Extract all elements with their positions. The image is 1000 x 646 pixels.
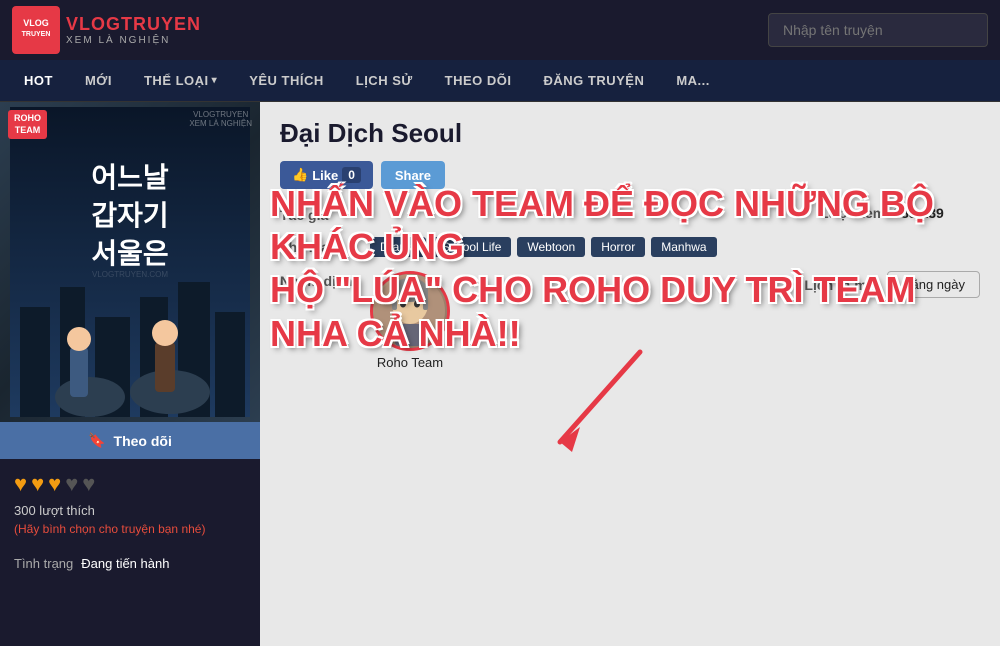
left-panel: ROHOTEAM VLOGTRUYENXEM LÀ NGHIỆN (0, 102, 260, 646)
svg-text:갑자기: 갑자기 (91, 200, 168, 231)
vote-prompt: (Hãy bình chọn cho truyện bạn nhé) (14, 522, 246, 536)
status-section: Tình trạng Đang tiến hành (0, 548, 260, 583)
nav-hot[interactable]: HOT (8, 60, 69, 101)
svg-text:VLOG: VLOG (23, 18, 49, 28)
genre-drama[interactable]: Drama (370, 237, 426, 257)
author-label: Tác giả (280, 205, 370, 223)
avatar-image (373, 274, 447, 348)
genre-tags: Drama School Life Webtoon Horror Manhwa (370, 237, 717, 257)
nav-yeuthich[interactable]: YÊU THÍCH (233, 60, 340, 101)
views-section: Lượt xem 385,139 (820, 205, 980, 221)
schedule-label: Lịch ra mắt (804, 277, 879, 293)
genre-manhwa[interactable]: Manhwa (651, 237, 716, 257)
translator-label: Nhóm dịch (280, 271, 370, 289)
search-input[interactable] (768, 13, 988, 47)
author-row: Tác giả Lượt xem 385,139 (280, 205, 980, 223)
logo-text: VLOGTRUYEN XEM LÀ NGHIỆN (66, 14, 201, 46)
status-value: Đang tiến hành (81, 556, 169, 571)
translator-avatar[interactable] (370, 271, 450, 351)
header: VLOG TRUYEN VLOGTRUYEN XEM LÀ NGHIỆN (0, 0, 1000, 60)
nav-dangtruyen[interactable]: ĐĂNG TRUYỆN (528, 60, 661, 101)
views-label: Lượt xem (820, 205, 885, 221)
roho-badge: ROHOTEAM (8, 110, 47, 139)
translator-section: Roho Team (370, 271, 450, 370)
heart-4[interactable]: ♥ (65, 471, 78, 497)
translator-row: Nhóm dịch (280, 271, 980, 370)
translator-name: Roho Team (370, 355, 450, 370)
genre-webtoon[interactable]: Webtoon (517, 237, 585, 257)
info-table: Tác giả Lượt xem 385,139 Thể loại Drama … (280, 205, 980, 370)
follow-button[interactable]: 🔖 Theo dõi (0, 422, 260, 459)
bookmark-icon: 🔖 (88, 432, 105, 449)
heart-3[interactable]: ♥ (48, 471, 61, 497)
schedule-button[interactable]: Hằng ngày (887, 271, 980, 298)
svg-text:VLOGTRUYEN.COM: VLOGTRUYEN.COM (92, 270, 168, 279)
svg-text:어느날: 어느날 (91, 162, 169, 193)
cover-image: ROHOTEAM VLOGTRUYENXEM LÀ NGHIỆN (0, 102, 260, 422)
share-button[interactable]: Share (381, 161, 445, 189)
schedule-section: Lịch ra mắt Hằng ngày (804, 271, 980, 298)
cover-illustration: 어느날 갑자기 서울은 (10, 107, 250, 417)
genre-row: Thể loại Drama School Life Webtoon Horro… (280, 237, 980, 257)
genre-horror[interactable]: Horror (591, 237, 645, 257)
nav-theloai[interactable]: THỂ LOẠI▾ (128, 60, 233, 101)
watermark: VLOGTRUYENXEM LÀ NGHIỆN (189, 110, 252, 128)
chevron-down-icon: ▾ (212, 75, 218, 86)
views-value: 385,139 (893, 205, 944, 221)
logo-tagline: XEM LÀ NGHIỆN (66, 35, 201, 46)
heart-2[interactable]: ♥ (31, 471, 44, 497)
nav-more[interactable]: MA... (660, 60, 726, 101)
avatar-svg (375, 276, 445, 346)
thumbs-up-icon: 👍 (292, 167, 308, 183)
genre-label: Thể loại (280, 237, 370, 255)
like-button[interactable]: 👍 Like 0 (280, 161, 373, 189)
heart-5[interactable]: ♥ (82, 471, 95, 497)
nav-theodoi[interactable]: THEO DÕI (429, 60, 528, 101)
nav-lichsu[interactable]: LỊCH SỬ (340, 60, 429, 101)
like-count: 300 lượt thích (14, 503, 246, 518)
logo-icon: VLOG TRUYEN (12, 6, 60, 54)
status-label: Tình trạng (14, 556, 73, 571)
right-panel: Đại Dịch Seoul 👍 Like 0 Share NHẤN VÀO T… (260, 102, 1000, 646)
main-content: ROHOTEAM VLOGTRUYENXEM LÀ NGHIỆN (0, 102, 1000, 646)
svg-text:TRUYEN: TRUYEN (22, 31, 51, 38)
logo[interactable]: VLOG TRUYEN VLOGTRUYEN XEM LÀ NGHIỆN (12, 6, 201, 54)
nav-moi[interactable]: MỚI (69, 60, 128, 101)
navigation: HOT MỚI THỂ LOẠI▾ YÊU THÍCH LỊCH SỬ THEO… (0, 60, 1000, 102)
cover-placeholder: ROHOTEAM VLOGTRUYENXEM LÀ NGHIỆN (0, 102, 260, 422)
heart-1[interactable]: ♥ (14, 471, 27, 497)
hearts-section: ♥ ♥ ♥ ♥ ♥ 300 lượt thích (Hãy bình chọn … (0, 459, 260, 548)
action-buttons: 👍 Like 0 Share (280, 161, 980, 189)
hearts-rating: ♥ ♥ ♥ ♥ ♥ (14, 471, 246, 497)
translator-info: Roho Team (370, 271, 450, 370)
manga-title: Đại Dịch Seoul (280, 118, 980, 149)
svg-text:서울은: 서울은 (91, 238, 168, 269)
logo-brand: VLOGTRUYEN (66, 14, 201, 35)
like-count-badge: 0 (342, 167, 361, 183)
genre-schoollife[interactable]: School Life (432, 237, 511, 257)
